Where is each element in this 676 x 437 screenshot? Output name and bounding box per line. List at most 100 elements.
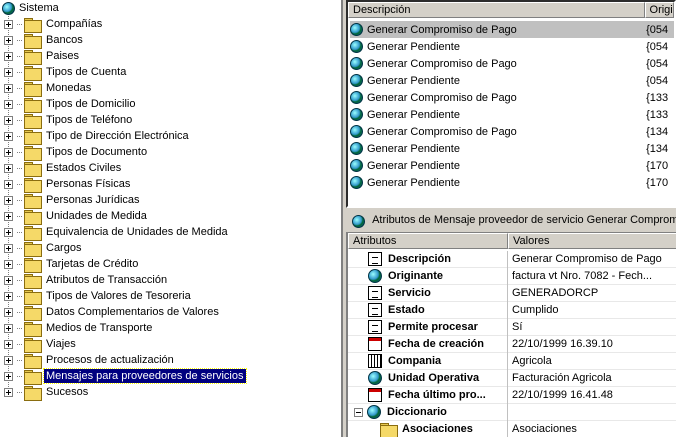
tree-item[interactable]: Unidades de Medida xyxy=(4,208,149,225)
list-row[interactable]: Generar Compromiso de Pago {133 xyxy=(350,89,674,106)
expand-icon[interactable] xyxy=(4,371,13,381)
expand-icon[interactable] xyxy=(4,115,13,125)
property-name: Fecha de creación xyxy=(388,338,484,350)
expand-icon[interactable] xyxy=(4,147,13,157)
tree-item[interactable]: Personas Físicas xyxy=(4,176,132,193)
tree-item[interactable]: Personas Jurídicas xyxy=(4,192,142,209)
list-row[interactable]: Generar Pendiente {054 xyxy=(350,38,674,55)
tree-item-label: Viajes xyxy=(46,338,76,350)
folder-icon xyxy=(380,422,398,437)
property-row[interactable]: Servicio GENERADORCP xyxy=(348,284,676,302)
column-header-atributos[interactable]: Atributos xyxy=(348,233,508,249)
tree-connector xyxy=(17,23,22,25)
property-row[interactable]: Estado Cumplido xyxy=(348,301,676,319)
tree-item[interactable]: Monedas xyxy=(4,80,93,97)
expand-icon[interactable] xyxy=(4,243,13,253)
tree-item[interactable]: Medios de Transporte xyxy=(4,320,154,337)
list-row[interactable]: Generar Pendiente {133 xyxy=(350,106,674,123)
property-value: Asociaciones xyxy=(512,423,577,435)
collapse-icon[interactable] xyxy=(354,407,363,417)
property-row[interactable]: Asociaciones Asociaciones xyxy=(348,420,676,437)
tree-item[interactable]: Paises xyxy=(4,48,81,65)
messages-list[interactable]: Descripción Origi Generar Compromiso de … xyxy=(346,0,676,208)
list-row[interactable]: Generar Pendiente {054 xyxy=(350,72,674,89)
folder-icon xyxy=(24,305,42,321)
expand-icon[interactable] xyxy=(4,83,13,93)
tree-item[interactable]: Viajes xyxy=(4,336,78,353)
expand-icon[interactable] xyxy=(4,259,13,269)
tree-item[interactable]: Atributos de Transacción xyxy=(4,272,169,289)
tree-root-label: Sistema xyxy=(19,2,59,14)
tree-connector xyxy=(17,103,22,105)
tree-item-label: Procesos de actualización xyxy=(46,354,174,366)
expand-icon[interactable] xyxy=(4,387,13,397)
expand-icon[interactable] xyxy=(4,195,13,205)
list-row[interactable]: Generar Compromiso de Pago {134 xyxy=(350,123,674,140)
expand-icon[interactable] xyxy=(4,275,13,285)
tree-root[interactable]: Sistema xyxy=(2,0,59,16)
tree-item[interactable]: Cargos xyxy=(4,240,83,257)
expand-icon[interactable] xyxy=(4,227,13,237)
tree-item[interactable]: Procesos de actualización xyxy=(4,352,176,369)
property-row[interactable]: Fecha de creación 22/10/1999 16.39.10 xyxy=(348,335,676,353)
column-header-origen[interactable]: Origi xyxy=(644,2,674,18)
list-row[interactable]: Generar Compromiso de Pago {054 xyxy=(350,55,674,72)
folder-icon xyxy=(24,257,42,273)
property-row[interactable]: Compania Agricola xyxy=(348,352,676,370)
list-cell-origen: {133 xyxy=(646,108,669,121)
tree-item[interactable]: Mensajes para proveedores de servicios xyxy=(4,368,247,385)
tree-item[interactable]: Tipo de Dirección Electrónica xyxy=(4,128,191,145)
expand-icon[interactable] xyxy=(4,163,13,173)
properties-grid[interactable]: Atributos Valores Descripción Generar Com… xyxy=(346,233,676,437)
folder-icon xyxy=(24,353,42,369)
expand-icon[interactable] xyxy=(4,355,13,365)
tree-item-label: Paises xyxy=(46,50,80,62)
tree-item[interactable]: Bancos xyxy=(4,32,85,49)
property-row[interactable]: Unidad Operativa Facturación Agricola xyxy=(348,369,676,387)
globe-icon xyxy=(350,142,363,155)
list-row[interactable]: Generar Compromiso de Pago {054 xyxy=(350,21,674,38)
tree-item[interactable]: Compañías xyxy=(4,16,104,33)
property-row[interactable]: Permite procesar Sí xyxy=(348,318,676,336)
tree-item[interactable]: Tipos de Domicilio xyxy=(4,96,137,113)
property-row[interactable]: Diccionario xyxy=(348,403,676,421)
property-row[interactable]: Originante factura vt Nro. 7082 - Fech... xyxy=(348,267,676,285)
tree-item[interactable]: Tipos de Valores de Tesoreria xyxy=(4,288,193,305)
tree-item[interactable]: Equivalencia de Unidades de Medida xyxy=(4,224,230,241)
tree-item[interactable]: Sucesos xyxy=(4,384,90,401)
tree-connector xyxy=(17,247,22,249)
expand-icon[interactable] xyxy=(4,19,13,29)
property-value: Generar Compromiso de Pago xyxy=(512,253,662,265)
property-row[interactable]: Descripción Generar Compromiso de Pago xyxy=(348,250,676,268)
list-row[interactable]: Generar Pendiente {134 xyxy=(350,140,674,157)
tree-item[interactable]: Tarjetas de Crédito xyxy=(4,256,140,273)
list-row[interactable]: Generar Pendiente {170 xyxy=(350,174,674,191)
tree-connector xyxy=(17,343,22,345)
folder-icon xyxy=(24,289,42,305)
expand-icon[interactable] xyxy=(4,99,13,109)
tree-connector xyxy=(17,167,22,169)
tree-connector xyxy=(17,55,22,57)
tree-pane[interactable]: Sistema Compañías Bancos Paises Tipos de Cu… xyxy=(0,0,343,437)
column-header-valores[interactable]: Valores xyxy=(508,233,676,249)
tree-item[interactable]: Tipos de Cuenta xyxy=(4,64,128,81)
tree-item[interactable]: Tipos de Documento xyxy=(4,144,149,161)
expand-icon[interactable] xyxy=(4,211,13,221)
list-row[interactable]: Generar Pendiente {170 xyxy=(350,157,674,174)
list-cell-origen: {170 xyxy=(646,176,669,189)
expand-icon[interactable] xyxy=(4,35,13,45)
expand-icon[interactable] xyxy=(4,51,13,61)
expand-icon[interactable] xyxy=(4,67,13,77)
expand-icon[interactable] xyxy=(4,323,13,333)
list-cell-origen: {170 xyxy=(646,159,669,172)
tree-item[interactable]: Datos Complementarios de Valores xyxy=(4,304,221,321)
expand-icon[interactable] xyxy=(4,291,13,301)
expand-icon[interactable] xyxy=(4,307,13,317)
tree-item[interactable]: Estados Civiles xyxy=(4,160,123,177)
tree-item[interactable]: Tipos de Teléfono xyxy=(4,112,134,129)
property-row[interactable]: Fecha último pro... 22/10/1999 16.41.48 xyxy=(348,386,676,404)
expand-icon[interactable] xyxy=(4,179,13,189)
expand-icon[interactable] xyxy=(4,131,13,141)
column-header-descripcion[interactable]: Descripción xyxy=(348,2,645,18)
expand-icon[interactable] xyxy=(4,339,13,349)
